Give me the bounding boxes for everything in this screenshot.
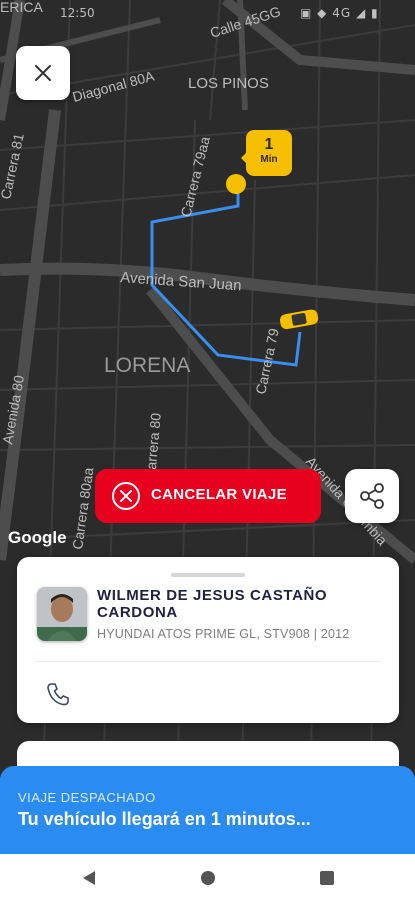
driver-card[interactable]: WILMER DE JESUS CASTAÑO CARDONA HYUNDAI …: [17, 557, 399, 723]
phone-icon: [47, 683, 69, 706]
eta-badge: 1 Min: [241, 130, 292, 176]
back-icon[interactable]: [80, 869, 98, 887]
cancel-trip-label: CANCELAR VIAJE: [151, 486, 287, 503]
dispatch-message: Tu vehículo llegará en 1 minutos...: [18, 809, 311, 829]
status-bar: 12:50 ▣ ◆ 4G ◢ ▮: [0, 0, 415, 24]
street-label: Carrera 80aa: [69, 466, 96, 550]
share-button[interactable]: [345, 469, 399, 523]
cancel-trip-button[interactable]: CANCELAR VIAJE: [95, 469, 321, 523]
dispatch-banner: VIAJE DESPACHADO Tu vehículo llegará en …: [0, 766, 415, 854]
street-label: Carrera 79aa: [177, 135, 213, 219]
status-time: 12:50: [60, 6, 95, 20]
taxi-marker: [280, 309, 319, 330]
vehicle-info: HYUNDAI ATOS PRIME GL, STV908 | 2012: [97, 627, 350, 641]
call-driver-button[interactable]: [45, 681, 81, 711]
system-nav-bar: [0, 854, 415, 900]
close-button[interactable]: [16, 46, 70, 100]
driver-photo: [37, 587, 87, 641]
street-map: ERICA Calle 45GG Diagonal 80A LOS PINOS …: [0, 0, 415, 860]
divider: [35, 661, 381, 662]
neighborhood-label: LOS PINOS: [188, 75, 269, 92]
street-label: Carrera 81: [0, 132, 27, 201]
share-icon: [360, 483, 384, 509]
dispatch-status: VIAJE DESPACHADO: [18, 790, 156, 805]
recents-icon[interactable]: [318, 869, 336, 887]
eta-unit: Min: [260, 154, 278, 165]
neighborhood-label: LORENA: [104, 354, 190, 377]
driver-avatar: [37, 587, 87, 641]
map-attribution: Google: [8, 528, 67, 547]
close-icon: [35, 65, 51, 81]
pickup-marker: [226, 174, 246, 194]
drag-handle[interactable]: [171, 573, 245, 577]
map-view[interactable]: ERICA Calle 45GG Diagonal 80A LOS PINOS …: [0, 0, 415, 860]
cancel-circle-icon: [112, 482, 140, 510]
status-indicators: ▣ ◆ 4G ◢ ▮: [300, 6, 379, 20]
eta-value: 1: [264, 136, 274, 153]
street-label: Diagonal 80A: [71, 68, 157, 105]
street-label: Avenida San Juan: [120, 269, 242, 294]
home-icon[interactable]: [199, 869, 217, 887]
driver-name: WILMER DE JESUS CASTAÑO CARDONA: [97, 587, 328, 621]
